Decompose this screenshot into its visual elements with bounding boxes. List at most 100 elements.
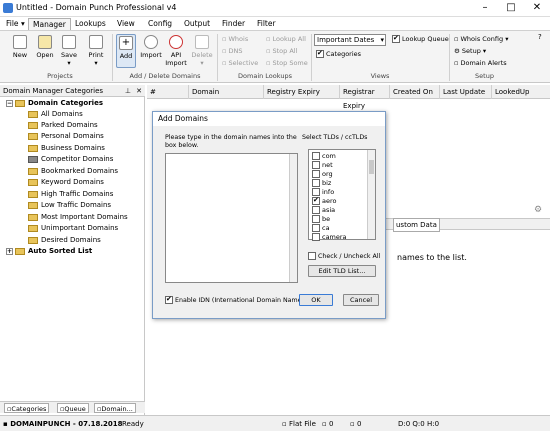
categories-checkbox[interactable]: Categories bbox=[316, 49, 361, 59]
selective-button[interactable]: ▫ Selective bbox=[222, 59, 258, 68]
pin-icon[interactable]: ⊥ bbox=[125, 85, 131, 97]
tree-item[interactable]: Business Domains bbox=[28, 143, 105, 154]
whois-button[interactable]: ▫ Whois bbox=[222, 35, 248, 44]
column-header[interactable]: Registrar Expiry bbox=[340, 85, 390, 110]
tree-item[interactable]: All Domains bbox=[28, 109, 83, 120]
tab-output[interactable]: Output bbox=[180, 18, 214, 30]
save-button[interactable]: Save ▾ bbox=[59, 35, 79, 67]
import-button[interactable]: Import bbox=[139, 35, 163, 59]
tld-checkbox[interactable] bbox=[312, 233, 320, 241]
tld-scrollbar[interactable] bbox=[367, 150, 375, 239]
expand-icon[interactable]: + bbox=[6, 247, 13, 255]
tree-item[interactable]: Unimportant Domains bbox=[28, 223, 118, 234]
tld-item[interactable]: camera bbox=[312, 233, 347, 241]
scroll-thumb[interactable] bbox=[369, 160, 374, 174]
tld-checkbox[interactable] bbox=[312, 206, 320, 214]
folder-icon bbox=[28, 178, 38, 186]
tab-config[interactable]: Config bbox=[144, 18, 176, 30]
lookup-queue-checkbox[interactable]: Lookup Queue bbox=[392, 34, 449, 44]
tld-label: Select TLDs / ccTLDs bbox=[302, 134, 368, 141]
stop-all-button[interactable]: ▫ Stop All bbox=[266, 47, 297, 56]
domain-alerts-button[interactable]: ▫ Domain Alerts bbox=[454, 59, 507, 68]
tld-item[interactable]: asia bbox=[312, 206, 335, 214]
minimize-icon[interactable]: – bbox=[472, 0, 498, 16]
column-header[interactable]: Last Update bbox=[440, 85, 492, 99]
column-header[interactable]: Created On bbox=[390, 85, 440, 99]
tld-item[interactable]: aero bbox=[312, 196, 337, 205]
print-button[interactable]: Print ▾ bbox=[86, 35, 106, 67]
tld-checkbox[interactable] bbox=[312, 196, 320, 205]
column-header[interactable]: Domain bbox=[189, 85, 264, 99]
tree-item[interactable]: Most Important Domains bbox=[28, 212, 128, 223]
tab-finder[interactable]: Finder bbox=[218, 18, 249, 30]
column-header[interactable]: Registry Expiry bbox=[264, 85, 340, 99]
ok-button[interactable]: OK bbox=[299, 294, 333, 306]
domain-lookups-group-label: Domain Lookups bbox=[238, 72, 292, 80]
panel-close-icon[interactable]: ✕ bbox=[136, 85, 142, 97]
tree-item[interactable]: Low Traffic Domains bbox=[28, 200, 111, 211]
setup-button[interactable]: ⚙ Setup ▾ bbox=[454, 47, 486, 56]
enable-idn-checkbox[interactable]: Enable IDN (International Domain Names) bbox=[165, 295, 307, 305]
maximize-icon[interactable]: □ bbox=[498, 0, 524, 16]
tab-custom-data[interactable]: ustom Data bbox=[393, 218, 440, 232]
tld-checkbox[interactable] bbox=[312, 161, 320, 169]
whois-config-button[interactable]: ▫ Whois Config ▾ bbox=[454, 35, 508, 44]
tree-root[interactable]: − Domain Categories bbox=[6, 98, 103, 109]
tld-checkbox[interactable] bbox=[312, 215, 320, 223]
tree-item[interactable]: Keyword Domains bbox=[28, 177, 104, 188]
tld-checkbox[interactable] bbox=[312, 179, 320, 187]
api-import-button[interactable]: API Import bbox=[165, 35, 187, 67]
cancel-button[interactable]: Cancel bbox=[343, 294, 379, 306]
stop-some-button[interactable]: ▫ Stop Some bbox=[266, 59, 308, 68]
open-button[interactable]: Open bbox=[34, 35, 56, 59]
tld-item[interactable]: info bbox=[312, 188, 334, 196]
tab-domain[interactable]: ▫Domain... bbox=[94, 403, 136, 413]
close-icon[interactable]: ✕ bbox=[524, 0, 550, 16]
count-1: ▫ 0 bbox=[322, 420, 334, 428]
help-icon[interactable]: ? bbox=[538, 33, 542, 41]
check-uncheck-all[interactable]: Check / Uncheck All bbox=[308, 252, 380, 261]
tld-checkbox[interactable] bbox=[312, 152, 320, 160]
tld-list[interactable]: com net org biz info aero asia be ca cam… bbox=[308, 149, 376, 241]
delete-button[interactable]: Delete ▾ bbox=[191, 35, 213, 67]
tree-item[interactable]: Competitor Domains bbox=[28, 154, 113, 165]
tree-item[interactable]: Bookmarked Domains bbox=[28, 166, 118, 177]
tree-item[interactable]: High Traffic Domains bbox=[28, 189, 113, 200]
dns-button[interactable]: ▫ DNS bbox=[222, 47, 242, 56]
tab-lookups[interactable]: Lookups bbox=[71, 18, 110, 30]
settings-icon[interactable]: ⚙ bbox=[534, 205, 542, 215]
tld-checkbox[interactable] bbox=[312, 224, 320, 232]
tree-item[interactable]: Personal Domains bbox=[28, 131, 104, 142]
count-2: ▫ 0 bbox=[350, 420, 362, 428]
textarea-scrollbar[interactable] bbox=[289, 154, 297, 282]
edit-tld-list-button[interactable]: Edit TLD List... bbox=[308, 265, 376, 277]
tld-item[interactable]: ca bbox=[312, 224, 330, 232]
tab-manager[interactable]: Manager bbox=[28, 18, 71, 30]
tld-item[interactable]: biz bbox=[312, 179, 331, 187]
tree-item[interactable]: Desired Domains bbox=[28, 235, 101, 246]
tld-item[interactable]: net bbox=[312, 161, 333, 169]
domain-names-textarea[interactable] bbox=[165, 153, 298, 283]
tab-view[interactable]: View bbox=[113, 18, 139, 30]
add-button[interactable]: + Add bbox=[116, 34, 136, 68]
collapse-icon[interactable]: − bbox=[6, 99, 13, 107]
tab-categories[interactable]: ▫Categories bbox=[4, 403, 50, 413]
tld-item[interactable]: org bbox=[312, 170, 333, 178]
tld-checkbox[interactable] bbox=[312, 170, 320, 178]
tree-item[interactable]: Parked Domains bbox=[28, 120, 98, 131]
tab-filter[interactable]: Filter bbox=[253, 18, 280, 30]
column-header[interactable]: # bbox=[147, 85, 189, 99]
tld-item[interactable]: be bbox=[312, 215, 330, 223]
column-header[interactable]: LookedUp bbox=[492, 85, 550, 99]
new-button[interactable]: New bbox=[10, 35, 30, 59]
auto-sorted-list[interactable]: + Auto Sorted List bbox=[6, 246, 92, 257]
check-all-checkbox[interactable] bbox=[308, 252, 316, 260]
tab-queue[interactable]: ▫Queue bbox=[57, 403, 89, 413]
tld-checkbox[interactable] bbox=[312, 188, 320, 196]
file-icon: ▫ bbox=[282, 420, 289, 428]
idn-checkbox[interactable] bbox=[165, 295, 173, 304]
lookup-all-button[interactable]: ▫ Lookup All bbox=[266, 35, 306, 44]
file-menu[interactable]: File ▾ bbox=[2, 18, 29, 30]
view-select[interactable]: Important Dates ▾ bbox=[314, 34, 386, 46]
tld-item[interactable]: com bbox=[312, 152, 336, 160]
